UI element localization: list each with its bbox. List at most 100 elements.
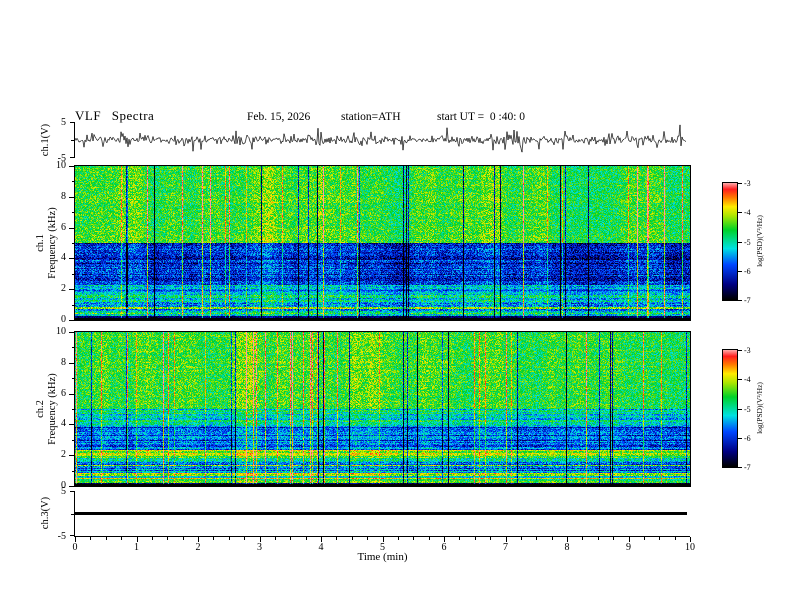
spec2-ytick-minor (72, 470, 75, 472)
ch3-ytick (70, 491, 75, 492)
time-tick-minor (536, 537, 538, 540)
time-tick-minor (643, 537, 645, 540)
spec2-ytick-minor (72, 409, 75, 410)
colorbar-2-tick-label: -3 (744, 346, 751, 355)
time-tick-minor (290, 537, 292, 540)
spec1-ytick-minor (72, 273, 75, 275)
time-tick-minor (428, 537, 430, 540)
spec2-ytick-minor (72, 347, 75, 349)
colorbar-2-tick (738, 408, 742, 410)
ch2-axis-label-line1: ch.2 (35, 400, 46, 418)
spec1-ytick-minor (72, 181, 75, 183)
time-tick-label: 0 (72, 542, 78, 553)
colorbar-1-tick-label: -5 (744, 237, 751, 247)
spec2-ytick-label: 4 (61, 418, 66, 430)
spec1-ytick-label: 6 (61, 221, 66, 233)
colorbar-2 (722, 349, 738, 468)
colorbar-2-tick-label: -7 (744, 463, 751, 472)
time-tick-minor (213, 537, 215, 540)
time-tick-label: 4 (318, 542, 324, 553)
spec2-ytick (69, 486, 75, 487)
time-tick-label: 1 (134, 542, 139, 553)
spec1-ytick-label: 8 (61, 190, 66, 202)
colorbar-2-tick (738, 350, 742, 351)
colorbar-1-tick-label: -7 (744, 296, 751, 305)
time-tick-minor (413, 537, 415, 540)
time-tick-label: 7 (503, 542, 508, 553)
waveform-ytick-label: -5 (57, 153, 66, 164)
vlf-spectra-figure: VLF Spectra Feb. 15, 2026 station=ATH st… (0, 0, 792, 612)
time-tick-minor (90, 537, 92, 540)
waveform-ytick (70, 157, 75, 158)
waveform-ytick-zero (71, 140, 75, 141)
spec1-ytick-label: 4 (61, 252, 66, 264)
colorbar-2-tick (738, 437, 742, 439)
time-tick-label: 6 (441, 542, 447, 553)
time-tick-minor (121, 537, 123, 540)
spec1-ytick (69, 227, 75, 229)
spec1-ytick-minor (72, 212, 75, 214)
time-tick-label: 5 (380, 542, 385, 553)
time-tick-minor (397, 537, 399, 540)
spec1-ytick-label: 2 (61, 283, 66, 295)
time-tick-minor (582, 537, 584, 540)
spec2-ytick (69, 424, 75, 426)
spec2-ytick-minor (72, 378, 75, 380)
time-tick-minor (490, 537, 492, 540)
time-tick-minor (244, 537, 246, 540)
colorbar-1-tick-label: -4 (744, 208, 751, 218)
time-tick-label: 2 (195, 542, 201, 553)
spec1-ytick (69, 289, 75, 291)
spec1-ytick (69, 196, 75, 198)
ch1-frequency-axis-label: ch.1 Frequency (kHz) (35, 207, 59, 278)
time-tick-label: 10 (685, 542, 695, 553)
spec2-ytick-label: 2 (61, 449, 66, 461)
colorbar-2-tick-label: -5 (744, 404, 751, 414)
ch3-ytick-label: -5 (57, 531, 66, 542)
spec2-ytick-label: 8 (61, 356, 66, 368)
colorbar-1-tick-label: -3 (744, 179, 751, 188)
ch3-panel (74, 491, 690, 537)
time-tick-minor (659, 537, 661, 540)
time-tick-minor (613, 537, 615, 540)
ch3-flatline (75, 512, 687, 515)
ch1-axis-label-line1: ch.1 (35, 234, 46, 252)
spec1-ytick-minor (72, 304, 75, 306)
colorbar-1 (722, 182, 738, 301)
colorbar-2-tick-label: -4 (744, 375, 751, 385)
spec1-ytick (69, 320, 75, 321)
ch1-spectrogram (74, 165, 691, 321)
ch2-frequency-axis-label: ch.2 Frequency (kHz) (35, 373, 59, 444)
colorbar-1-tick (738, 241, 742, 243)
spec1-ytick-label: 0 (61, 314, 66, 325)
spec2-ytick (69, 332, 75, 333)
time-tick-minor (105, 537, 107, 540)
ch1-axis-label-line2: Frequency (kHz) (47, 207, 58, 279)
colorbar-2-tick (738, 467, 742, 468)
waveform-ytick-label: 5 (61, 117, 66, 128)
spec2-ytick (69, 393, 75, 395)
spec2-ytick (69, 362, 75, 364)
time-tick-minor (674, 537, 676, 540)
time-tick-minor (551, 537, 553, 540)
ch2-spectrogram (74, 331, 691, 487)
ch3-ytick-label: 5 (61, 486, 66, 497)
time-tick-minor (367, 537, 369, 540)
time-tick-label: 3 (257, 542, 262, 553)
time-tick-minor (228, 537, 230, 540)
spec2-ytick-label: 10 (56, 326, 66, 337)
time-tick-minor (274, 537, 276, 540)
time-tick-label: 9 (626, 542, 631, 553)
ch1-voltage-axis-label: ch.1(V) (40, 123, 51, 157)
ch3-ytick-zero (71, 513, 75, 515)
spec2-ytick-minor (72, 439, 75, 441)
ch3-voltage-axis-label: ch.3(V) (40, 496, 51, 530)
colorbar-1-tick (738, 270, 742, 272)
spec1-ytick (69, 258, 75, 260)
time-tick-minor (336, 537, 338, 540)
ch2-axis-label-line2: Frequency (kHz) (47, 373, 58, 445)
spec2-ytick (69, 455, 75, 457)
ch3-ytick (70, 535, 75, 536)
time-tick-minor (597, 537, 599, 540)
spec1-ytick-minor (72, 243, 75, 244)
